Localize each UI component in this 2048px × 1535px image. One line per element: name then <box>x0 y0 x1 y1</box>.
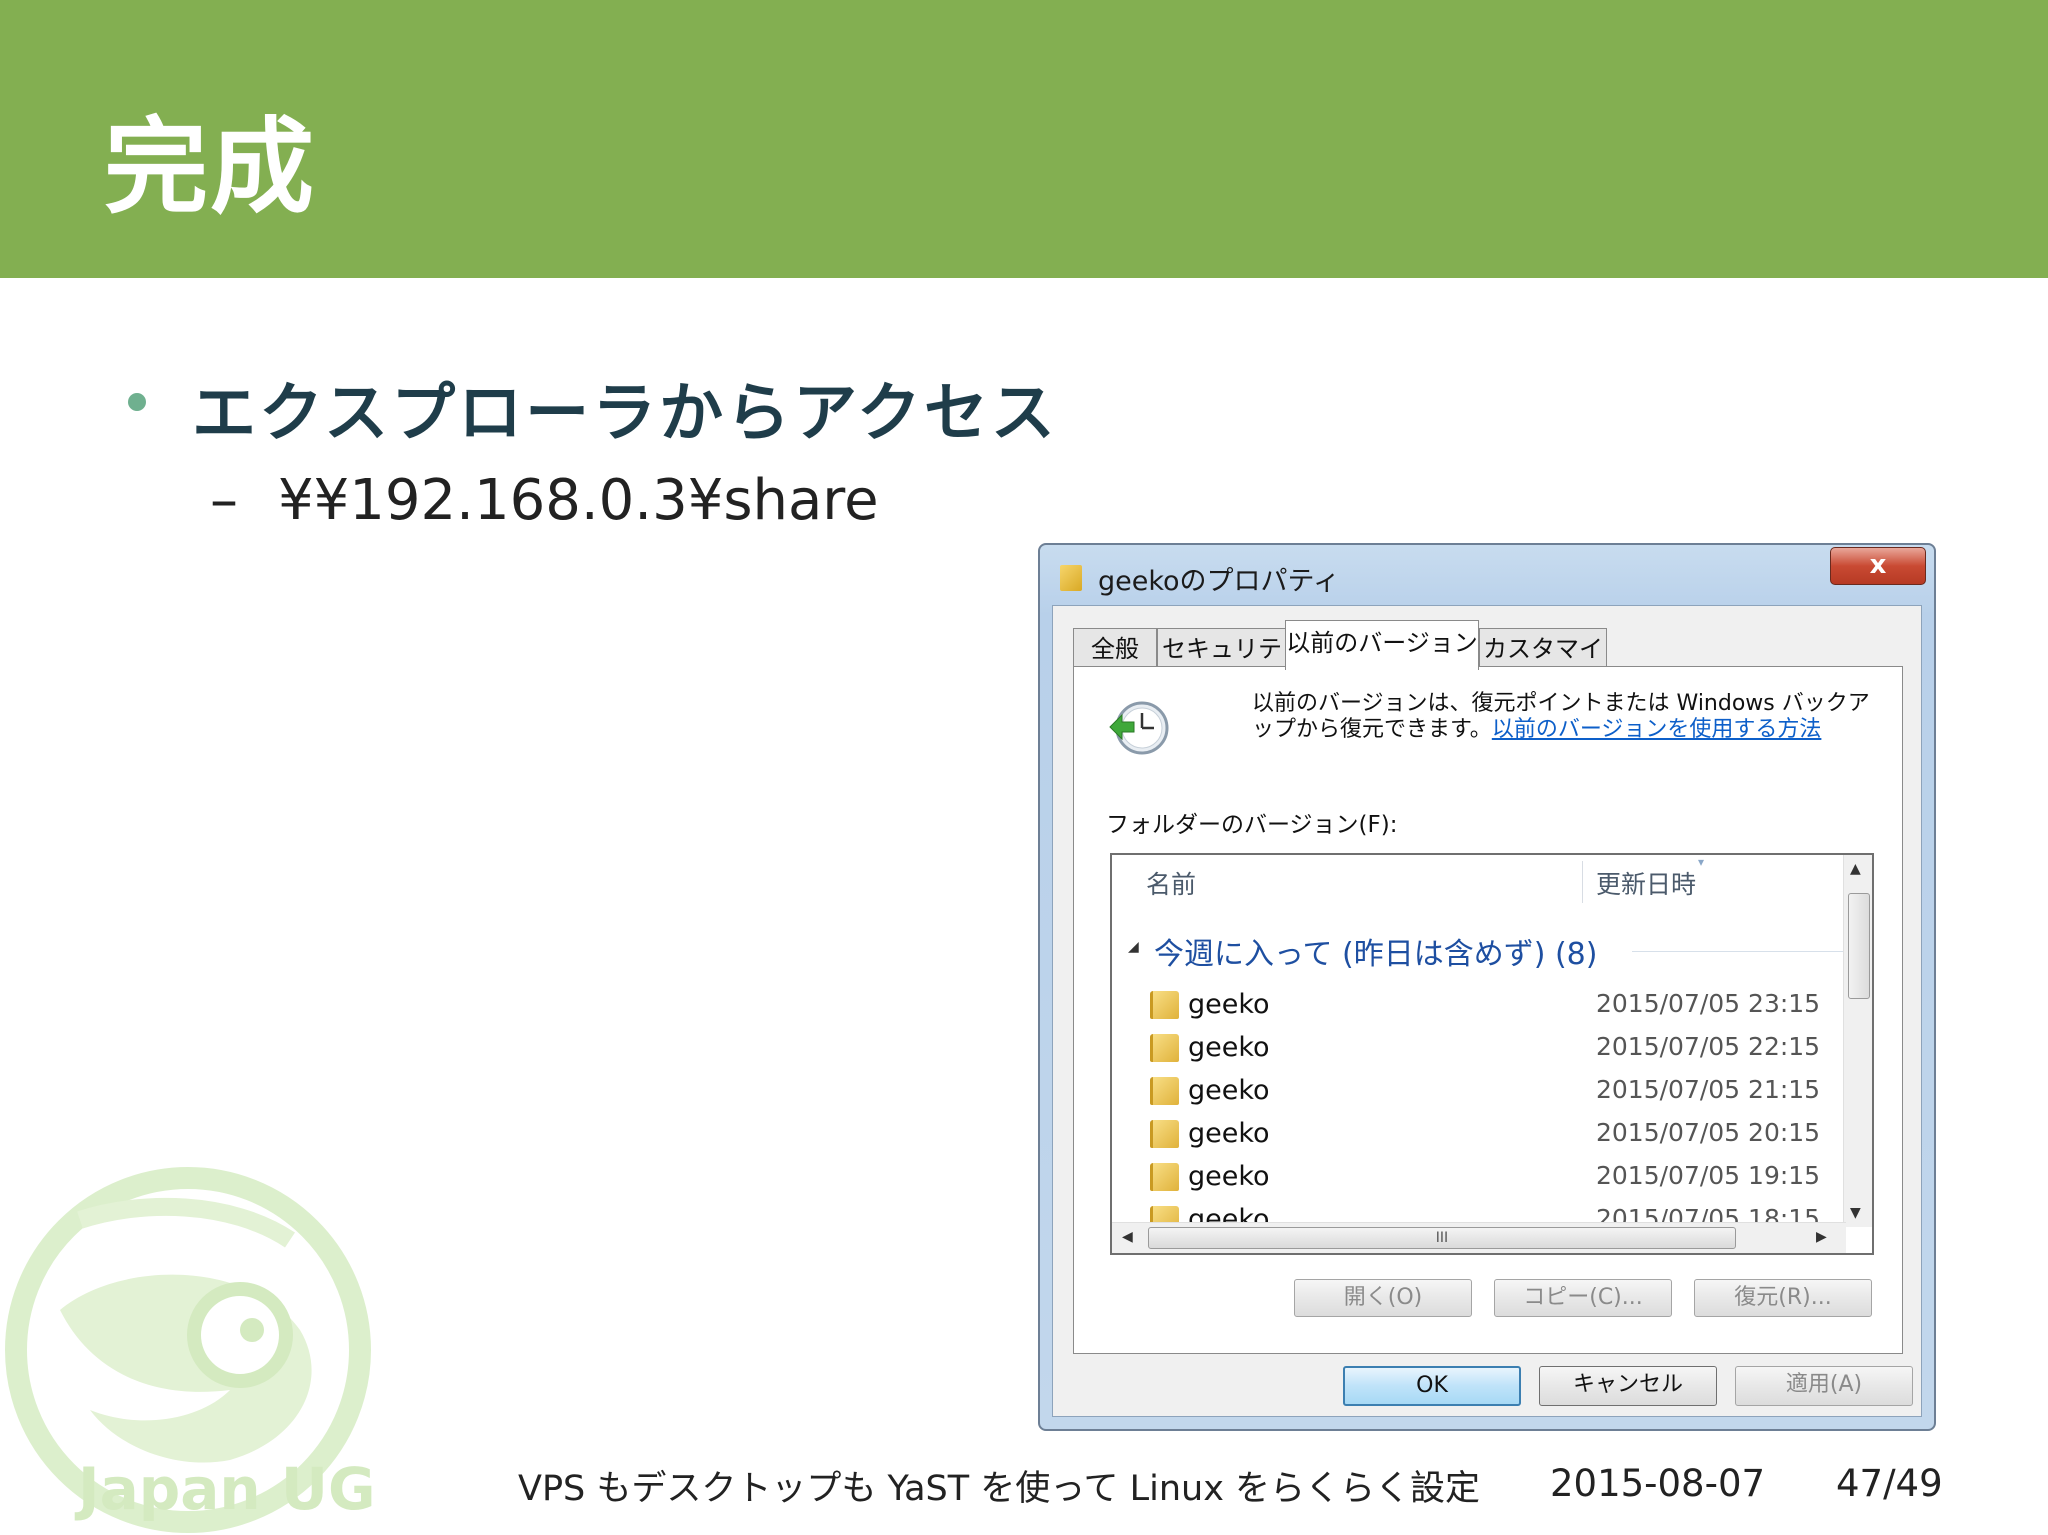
column-header-date[interactable]: 更新日時 <box>1596 865 1696 901</box>
folder-icon <box>1150 1163 1179 1191</box>
dialog-client-area: 全般 セキュリティ 以前のバージョン カスタマイズ 以前のバージョンは、復元ポイ… <box>1052 605 1922 1417</box>
cancel-button[interactable]: キャンセル <box>1539 1366 1717 1406</box>
folder-icon <box>1150 991 1179 1019</box>
close-button[interactable]: x <box>1830 547 1926 585</box>
horizontal-scrollbar[interactable]: ◀ III ▶ <box>1112 1222 1846 1253</box>
item-name: geeko <box>1188 1075 1270 1106</box>
item-name: geeko <box>1188 1161 1270 1192</box>
restore-clock-icon <box>1109 701 1169 755</box>
versions-listview[interactable]: 名前 更新日時 ▾ ◢ 今週に入って (昨日は含めず) (8) geeko 20… <box>1110 853 1874 1255</box>
list-item[interactable]: geeko 2015/07/05 19:15 <box>1150 1157 1850 1197</box>
column-header-name[interactable]: 名前 <box>1146 865 1196 901</box>
list-item[interactable]: geeko 2015/07/05 23:15 <box>1150 985 1850 1025</box>
scroll-right-icon[interactable]: ▶ <box>1816 1229 1827 1245</box>
sort-arrow-icon: ▾ <box>1698 855 1705 869</box>
footer-page-number: 47/49 <box>1836 1462 1943 1505</box>
item-name: geeko <box>1188 1118 1270 1149</box>
folder-icon <box>1150 1034 1179 1062</box>
properties-dialog: geekoのプロパティ x 全般 セキュリティ 以前のバージョン カスタマイズ … <box>1038 543 1936 1431</box>
dialog-title: geekoのプロパティ <box>1098 566 1340 597</box>
item-date: 2015/07/05 23:15 <box>1596 989 1821 1018</box>
item-name: geeko <box>1188 1032 1270 1063</box>
tab-customize[interactable]: カスタマイズ <box>1479 628 1607 703</box>
footer-date: 2015-08-07 <box>1550 1462 1766 1505</box>
item-date: 2015/07/05 19:15 <box>1596 1161 1821 1190</box>
open-button[interactable]: 開く(O) <box>1294 1279 1472 1317</box>
folder-versions-label: フォルダーのバージョン(F): <box>1106 812 1398 838</box>
folder-icon <box>1060 565 1082 591</box>
sub-bullet-dash: – <box>210 468 238 533</box>
folder-icon <box>1150 1120 1179 1148</box>
footer-title: VPS もデスクトップも YaST を使って Linux をらくらく設定 <box>518 1469 1481 1509</box>
tab-security[interactable]: セキュリティ <box>1157 628 1287 703</box>
vertical-scrollbar[interactable]: ▲ ▼ <box>1843 855 1872 1227</box>
scroll-up-icon[interactable]: ▲ <box>1850 861 1861 877</box>
ok-button[interactable]: OK <box>1343 1366 1521 1406</box>
copy-button[interactable]: コピー(C)... <box>1494 1279 1672 1317</box>
slide-header: 完成 <box>0 0 2048 278</box>
slide-title: 完成 <box>104 106 317 228</box>
group-collapse-icon[interactable]: ◢ <box>1128 939 1139 955</box>
item-date: 2015/07/05 20:15 <box>1596 1118 1821 1147</box>
scroll-down-icon[interactable]: ▼ <box>1850 1205 1861 1221</box>
list-item[interactable]: geeko 2015/07/05 20:15 <box>1150 1114 1850 1154</box>
folder-icon <box>1150 1077 1179 1105</box>
list-item[interactable]: geeko 2015/07/05 22:15 <box>1150 1028 1850 1068</box>
tab-general[interactable]: 全般 <box>1073 628 1157 668</box>
column-separator[interactable] <box>1582 861 1583 903</box>
description-text: 以前のバージョンは、復元ポイントまたは Windows バックアップから復元でき… <box>1252 691 1882 743</box>
vertical-scroll-thumb[interactable] <box>1848 893 1870 999</box>
bullet-dot <box>128 393 146 411</box>
item-date: 2015/07/05 21:15 <box>1596 1075 1821 1104</box>
bullet-text: エクスプローラからアクセス <box>192 377 1058 451</box>
group-header[interactable]: 今週に入って (昨日は含めず) (8) <box>1154 929 1597 973</box>
scroll-left-icon[interactable]: ◀ <box>1122 1229 1133 1245</box>
item-name: geeko <box>1188 989 1270 1020</box>
list-item[interactable]: geeko 2015/07/05 21:15 <box>1150 1071 1850 1111</box>
restore-button[interactable]: 復元(R)... <box>1694 1279 1872 1317</box>
item-date: 2015/07/05 22:15 <box>1596 1032 1821 1061</box>
help-link[interactable]: 以前のバージョンを使用する方法 <box>1492 717 1822 742</box>
logo-text: Japan UG <box>78 1455 376 1523</box>
previous-versions-panel: 以前のバージョンは、復元ポイントまたは Windows バックアップから復元でき… <box>1073 666 1903 1354</box>
sub-bullet-path: ¥¥192.168.0.3¥share <box>278 468 879 533</box>
tab-previous-versions[interactable]: 以前のバージョン <box>1285 620 1479 670</box>
group-divider <box>1632 951 1852 952</box>
apply-button[interactable]: 適用(A) <box>1735 1366 1913 1406</box>
horizontal-scroll-thumb[interactable]: III <box>1148 1227 1736 1249</box>
